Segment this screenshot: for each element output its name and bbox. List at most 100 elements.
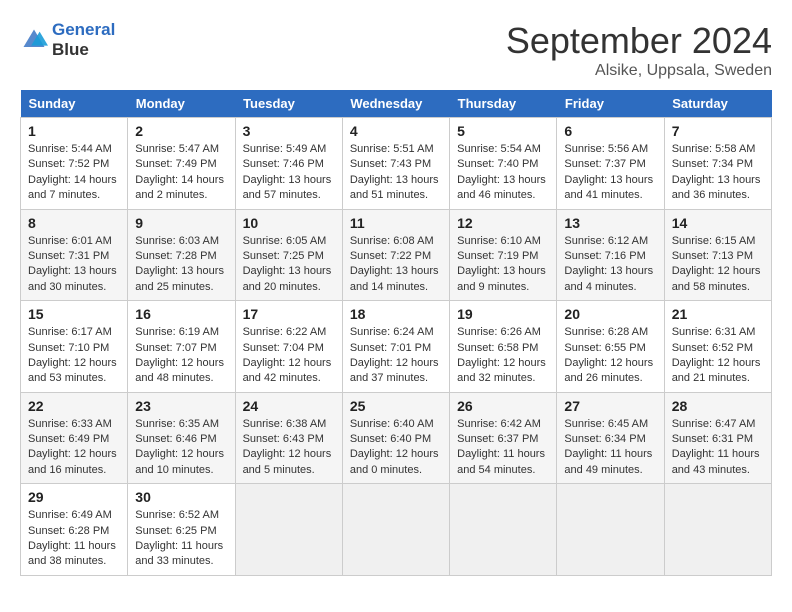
week-row-1: 1 Sunrise: 5:44 AM Sunset: 7:52 PM Dayli… bbox=[21, 118, 772, 210]
day-info: Sunrise: 6:38 AM Sunset: 6:43 PM Dayligh… bbox=[243, 417, 335, 479]
calendar-cell: 12 Sunrise: 6:10 AM Sunset: 7:19 PM Dayl… bbox=[450, 209, 557, 301]
day-info: Sunrise: 6:10 AM Sunset: 7:19 PM Dayligh… bbox=[457, 234, 549, 296]
header-wednesday: Wednesday bbox=[342, 90, 449, 118]
calendar-cell: 18 Sunrise: 6:24 AM Sunset: 7:01 PM Dayl… bbox=[342, 301, 449, 393]
day-info: Sunrise: 6:05 AM Sunset: 7:25 PM Dayligh… bbox=[243, 234, 335, 296]
calendar-cell: 22 Sunrise: 6:33 AM Sunset: 6:49 PM Dayl… bbox=[21, 392, 128, 484]
day-info: Sunrise: 6:22 AM Sunset: 7:04 PM Dayligh… bbox=[243, 325, 335, 387]
day-info: Sunrise: 6:08 AM Sunset: 7:22 PM Dayligh… bbox=[350, 234, 442, 296]
header-thursday: Thursday bbox=[450, 90, 557, 118]
day-number: 5 bbox=[457, 123, 549, 139]
day-number: 12 bbox=[457, 215, 549, 231]
location: Alsike, Uppsala, Sweden bbox=[506, 62, 772, 80]
logo: General Blue bbox=[20, 20, 115, 59]
day-info: Sunrise: 6:47 AM Sunset: 6:31 PM Dayligh… bbox=[672, 417, 764, 479]
week-row-5: 29 Sunrise: 6:49 AM Sunset: 6:28 PM Dayl… bbox=[21, 484, 772, 576]
day-info: Sunrise: 5:44 AM Sunset: 7:52 PM Dayligh… bbox=[28, 142, 120, 204]
day-number: 30 bbox=[135, 489, 227, 505]
calendar-cell: 28 Sunrise: 6:47 AM Sunset: 6:31 PM Dayl… bbox=[664, 392, 771, 484]
day-info: Sunrise: 6:17 AM Sunset: 7:10 PM Dayligh… bbox=[28, 325, 120, 387]
calendar-cell: 26 Sunrise: 6:42 AM Sunset: 6:37 PM Dayl… bbox=[450, 392, 557, 484]
logo-icon bbox=[20, 26, 48, 54]
title-block: September 2024 Alsike, Uppsala, Sweden bbox=[506, 20, 772, 80]
day-info: Sunrise: 6:45 AM Sunset: 6:34 PM Dayligh… bbox=[564, 417, 656, 479]
day-info: Sunrise: 6:35 AM Sunset: 6:46 PM Dayligh… bbox=[135, 417, 227, 479]
day-number: 17 bbox=[243, 306, 335, 322]
day-number: 21 bbox=[672, 306, 764, 322]
page-header: General Blue September 2024 Alsike, Upps… bbox=[20, 20, 772, 80]
day-info: Sunrise: 6:15 AM Sunset: 7:13 PM Dayligh… bbox=[672, 234, 764, 296]
header-saturday: Saturday bbox=[664, 90, 771, 118]
day-number: 8 bbox=[28, 215, 120, 231]
days-header-row: SundayMondayTuesdayWednesdayThursdayFrid… bbox=[21, 90, 772, 118]
day-number: 24 bbox=[243, 398, 335, 414]
week-row-2: 8 Sunrise: 6:01 AM Sunset: 7:31 PM Dayli… bbox=[21, 209, 772, 301]
calendar-cell: 16 Sunrise: 6:19 AM Sunset: 7:07 PM Dayl… bbox=[128, 301, 235, 393]
calendar-cell: 30 Sunrise: 6:52 AM Sunset: 6:25 PM Dayl… bbox=[128, 484, 235, 576]
month-title: September 2024 bbox=[506, 20, 772, 62]
day-number: 10 bbox=[243, 215, 335, 231]
day-info: Sunrise: 5:49 AM Sunset: 7:46 PM Dayligh… bbox=[243, 142, 335, 204]
calendar-cell: 27 Sunrise: 6:45 AM Sunset: 6:34 PM Dayl… bbox=[557, 392, 664, 484]
day-info: Sunrise: 6:03 AM Sunset: 7:28 PM Dayligh… bbox=[135, 234, 227, 296]
day-number: 1 bbox=[28, 123, 120, 139]
calendar-cell: 2 Sunrise: 5:47 AM Sunset: 7:49 PM Dayli… bbox=[128, 118, 235, 210]
day-number: 6 bbox=[564, 123, 656, 139]
week-row-4: 22 Sunrise: 6:33 AM Sunset: 6:49 PM Dayl… bbox=[21, 392, 772, 484]
calendar-cell: 8 Sunrise: 6:01 AM Sunset: 7:31 PM Dayli… bbox=[21, 209, 128, 301]
day-number: 14 bbox=[672, 215, 764, 231]
day-number: 3 bbox=[243, 123, 335, 139]
calendar-cell bbox=[664, 484, 771, 576]
calendar-cell: 15 Sunrise: 6:17 AM Sunset: 7:10 PM Dayl… bbox=[21, 301, 128, 393]
day-info: Sunrise: 6:40 AM Sunset: 6:40 PM Dayligh… bbox=[350, 417, 442, 479]
day-info: Sunrise: 6:52 AM Sunset: 6:25 PM Dayligh… bbox=[135, 508, 227, 570]
calendar-cell: 3 Sunrise: 5:49 AM Sunset: 7:46 PM Dayli… bbox=[235, 118, 342, 210]
day-info: Sunrise: 6:42 AM Sunset: 6:37 PM Dayligh… bbox=[457, 417, 549, 479]
day-info: Sunrise: 6:31 AM Sunset: 6:52 PM Dayligh… bbox=[672, 325, 764, 387]
calendar-cell: 9 Sunrise: 6:03 AM Sunset: 7:28 PM Dayli… bbox=[128, 209, 235, 301]
week-row-3: 15 Sunrise: 6:17 AM Sunset: 7:10 PM Dayl… bbox=[21, 301, 772, 393]
calendar-cell bbox=[342, 484, 449, 576]
calendar-cell: 17 Sunrise: 6:22 AM Sunset: 7:04 PM Dayl… bbox=[235, 301, 342, 393]
day-number: 25 bbox=[350, 398, 442, 414]
calendar-cell bbox=[557, 484, 664, 576]
calendar-cell: 1 Sunrise: 5:44 AM Sunset: 7:52 PM Dayli… bbox=[21, 118, 128, 210]
day-info: Sunrise: 6:28 AM Sunset: 6:55 PM Dayligh… bbox=[564, 325, 656, 387]
day-number: 29 bbox=[28, 489, 120, 505]
calendar-cell: 14 Sunrise: 6:15 AM Sunset: 7:13 PM Dayl… bbox=[664, 209, 771, 301]
day-number: 2 bbox=[135, 123, 227, 139]
calendar-cell: 6 Sunrise: 5:56 AM Sunset: 7:37 PM Dayli… bbox=[557, 118, 664, 210]
calendar-cell: 25 Sunrise: 6:40 AM Sunset: 6:40 PM Dayl… bbox=[342, 392, 449, 484]
day-number: 9 bbox=[135, 215, 227, 231]
calendar-cell: 20 Sunrise: 6:28 AM Sunset: 6:55 PM Dayl… bbox=[557, 301, 664, 393]
day-number: 27 bbox=[564, 398, 656, 414]
calendar-cell: 24 Sunrise: 6:38 AM Sunset: 6:43 PM Dayl… bbox=[235, 392, 342, 484]
logo-text: General Blue bbox=[52, 20, 115, 59]
day-number: 13 bbox=[564, 215, 656, 231]
calendar-cell: 19 Sunrise: 6:26 AM Sunset: 6:58 PM Dayl… bbox=[450, 301, 557, 393]
day-info: Sunrise: 6:33 AM Sunset: 6:49 PM Dayligh… bbox=[28, 417, 120, 479]
day-info: Sunrise: 6:01 AM Sunset: 7:31 PM Dayligh… bbox=[28, 234, 120, 296]
calendar-cell bbox=[235, 484, 342, 576]
day-info: Sunrise: 5:58 AM Sunset: 7:34 PM Dayligh… bbox=[672, 142, 764, 204]
day-info: Sunrise: 6:19 AM Sunset: 7:07 PM Dayligh… bbox=[135, 325, 227, 387]
calendar-cell: 5 Sunrise: 5:54 AM Sunset: 7:40 PM Dayli… bbox=[450, 118, 557, 210]
calendar-cell: 29 Sunrise: 6:49 AM Sunset: 6:28 PM Dayl… bbox=[21, 484, 128, 576]
header-monday: Monday bbox=[128, 90, 235, 118]
calendar-cell: 10 Sunrise: 6:05 AM Sunset: 7:25 PM Dayl… bbox=[235, 209, 342, 301]
day-info: Sunrise: 6:12 AM Sunset: 7:16 PM Dayligh… bbox=[564, 234, 656, 296]
calendar-cell bbox=[450, 484, 557, 576]
calendar-cell: 11 Sunrise: 6:08 AM Sunset: 7:22 PM Dayl… bbox=[342, 209, 449, 301]
day-number: 28 bbox=[672, 398, 764, 414]
day-number: 20 bbox=[564, 306, 656, 322]
day-number: 11 bbox=[350, 215, 442, 231]
calendar-cell: 4 Sunrise: 5:51 AM Sunset: 7:43 PM Dayli… bbox=[342, 118, 449, 210]
day-number: 23 bbox=[135, 398, 227, 414]
day-info: Sunrise: 5:51 AM Sunset: 7:43 PM Dayligh… bbox=[350, 142, 442, 204]
day-info: Sunrise: 6:49 AM Sunset: 6:28 PM Dayligh… bbox=[28, 508, 120, 570]
day-info: Sunrise: 5:47 AM Sunset: 7:49 PM Dayligh… bbox=[135, 142, 227, 204]
day-number: 19 bbox=[457, 306, 549, 322]
calendar-cell: 23 Sunrise: 6:35 AM Sunset: 6:46 PM Dayl… bbox=[128, 392, 235, 484]
day-number: 16 bbox=[135, 306, 227, 322]
calendar-cell: 13 Sunrise: 6:12 AM Sunset: 7:16 PM Dayl… bbox=[557, 209, 664, 301]
